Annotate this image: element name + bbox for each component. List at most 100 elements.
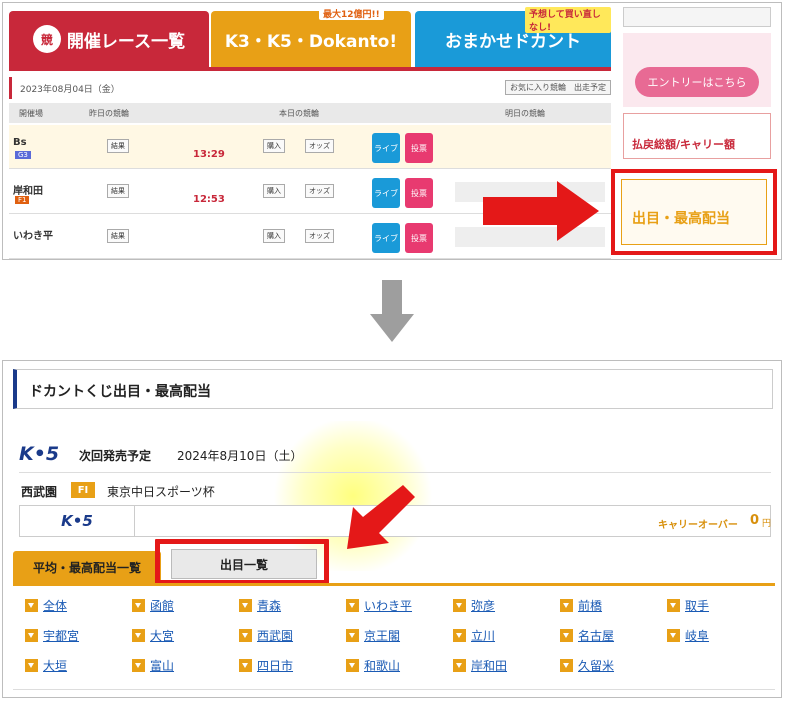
result-banner[interactable]: 出目・最高配当 xyxy=(621,179,767,245)
venue-link[interactable]: 青森 xyxy=(239,597,281,614)
venue-link[interactable]: 取手 xyxy=(667,597,709,614)
venue-link-label: 青森 xyxy=(257,599,282,613)
chevron-down-icon xyxy=(239,659,252,672)
venue-link[interactable]: 四日市 xyxy=(239,657,293,674)
chevron-down-icon xyxy=(560,659,573,672)
venue-link[interactable]: 岐阜 xyxy=(667,627,709,644)
venue-link[interactable]: 函館 xyxy=(132,597,174,614)
venue-link-label: 大宮 xyxy=(150,629,175,643)
venue-link[interactable]: 富山 xyxy=(132,657,174,674)
venue-link-label: 岐阜 xyxy=(685,629,710,643)
result-button[interactable]: 結果 xyxy=(107,139,129,153)
tab-k3-label: K3・K5・Dokanto! xyxy=(224,31,398,52)
grade-badge: G3 xyxy=(15,151,31,159)
bet-button[interactable]: 購入 xyxy=(263,139,285,153)
table-header: 開催場 昨日の競輪 本日の競輪 明日の競輪 xyxy=(9,103,611,123)
tab-omakase-badge: 予想して買い直しなし! xyxy=(525,7,611,33)
entry-button[interactable]: エントリーはこちら xyxy=(635,67,759,97)
tab-omakase[interactable]: 予想して買い直しなし! おまかせドカント xyxy=(415,7,611,67)
venue-link-label: 全体 xyxy=(43,599,68,613)
down-arrow-icon xyxy=(370,280,414,342)
race-name: 東京中日スポーツ杯 xyxy=(107,485,215,499)
live-button[interactable]: ライブ xyxy=(372,223,400,253)
venue-link[interactable]: 和歌山 xyxy=(346,657,400,674)
venue-link-label: 前橋 xyxy=(578,599,603,613)
next-sale-label: 次回発売予定 xyxy=(79,449,152,463)
deadline-time: 12:53 xyxy=(193,194,225,205)
venue-name: 西武園 xyxy=(21,485,58,499)
venue-link[interactable]: 京王閣 xyxy=(346,627,400,644)
vote-button[interactable]: 投票 xyxy=(405,178,433,208)
chevron-down-icon xyxy=(560,629,573,642)
chevron-down-icon xyxy=(132,629,145,642)
chevron-down-icon xyxy=(667,599,680,612)
result-button[interactable]: 結果 xyxy=(107,184,129,198)
result-button[interactable]: 結果 xyxy=(107,229,129,243)
chevron-down-icon xyxy=(560,599,573,612)
date-text: 2023年08月04日（金） xyxy=(20,85,120,95)
tab-underline xyxy=(13,583,775,586)
venue-link[interactable]: 名古屋 xyxy=(560,627,614,644)
live-button[interactable]: ライブ xyxy=(372,178,400,208)
bet-button[interactable]: 購入 xyxy=(263,229,285,243)
k5-logo: K•5 xyxy=(19,443,60,465)
chevron-down-icon xyxy=(25,659,38,672)
venue-link[interactable]: 大垣 xyxy=(25,657,67,674)
royal-service-box: エントリーはこちら xyxy=(623,33,771,107)
vote-button[interactable]: 投票 xyxy=(405,133,433,163)
live-button[interactable]: ライブ xyxy=(372,133,400,163)
odds-button[interactable]: オッズ xyxy=(305,184,334,198)
next-sale-date: 2024年8月10日（土） xyxy=(177,449,303,463)
date-bar: 2023年08月04日（金） お気に入り競輪 出走予定 xyxy=(9,77,611,99)
venue-link-label: いわき平 xyxy=(364,599,413,613)
header-venue: 開催場 xyxy=(19,109,43,118)
chevron-down-icon xyxy=(346,599,359,612)
odds-button[interactable]: オッズ xyxy=(305,229,334,243)
chevron-down-icon xyxy=(346,659,359,672)
bet-button[interactable]: 購入 xyxy=(263,184,285,198)
tab-underline xyxy=(9,67,611,71)
venue-name: 岸和田 xyxy=(13,186,43,197)
vote-button[interactable]: 投票 xyxy=(405,223,433,253)
venue-link[interactable]: 大宮 xyxy=(132,627,174,644)
venue-link[interactable]: 全体 xyxy=(25,597,67,614)
odds-button[interactable]: オッズ xyxy=(305,139,334,153)
sidebar: エントリーはこちら 払戻総額/キャリー額 出目・最高配当 xyxy=(611,3,779,259)
chevron-down-icon xyxy=(346,629,359,642)
sidebar-top-box xyxy=(623,7,771,27)
venue-name: Bs xyxy=(13,137,27,148)
venue-link[interactable]: 宇都宮 xyxy=(25,627,79,644)
venue-link-label: 名古屋 xyxy=(578,629,615,643)
venue-link-label: 西武園 xyxy=(257,629,294,643)
career-banner[interactable]: 払戻総額/キャリー額 xyxy=(623,113,771,159)
tab-k3-k5[interactable]: 最大12億円!! K3・K5・Dokanto! xyxy=(211,7,411,67)
bottom-screenshot-panel: ドカントくじ出目・最高配当 K•5 次回発売予定 2024年8月10日（土） 西… xyxy=(2,360,782,698)
venue-link[interactable]: 岸和田 xyxy=(453,657,507,674)
venue-link[interactable]: 久留米 xyxy=(560,657,614,674)
favorite-button[interactable]: お気に入り競輪 出走予定 xyxy=(505,80,611,95)
venue-link-label: 函館 xyxy=(150,599,175,613)
grade-badge: F1 xyxy=(15,196,30,204)
venue-link-label: 大垣 xyxy=(43,659,68,673)
pointer-arrow-icon xyxy=(347,485,415,549)
tab-average-payout[interactable]: 平均・最高配当一覧 xyxy=(13,551,161,583)
venue-link[interactable]: 立川 xyxy=(453,627,495,644)
divider xyxy=(13,689,775,690)
chevron-down-icon xyxy=(239,599,252,612)
venue-link[interactable]: いわき平 xyxy=(346,597,412,614)
venue-link[interactable]: 弥彦 xyxy=(453,597,495,614)
tab-highlight-box xyxy=(155,539,329,585)
deadline-time: 13:29 xyxy=(193,149,225,160)
venue-link[interactable]: 前橋 xyxy=(560,597,602,614)
table-row[interactable]: Bs G3 結果 13:29 購入 オッズ ライブ 投票 xyxy=(9,125,611,169)
right-arrow-icon xyxy=(483,181,599,241)
venue-link-label: 弥彦 xyxy=(471,599,496,613)
tab-race-list-label: 開催レース一覧 xyxy=(66,31,186,52)
k5-logo-small: K•5 xyxy=(20,506,135,536)
venue-link-label: 久留米 xyxy=(578,659,615,673)
grade-badge: FI xyxy=(71,482,95,498)
tab-race-list[interactable]: 競 開催レース一覧 xyxy=(9,11,209,67)
result-banner-highlight: 出目・最高配当 xyxy=(611,169,777,255)
venue-link-label: 富山 xyxy=(150,659,175,673)
venue-link[interactable]: 西武園 xyxy=(239,627,293,644)
